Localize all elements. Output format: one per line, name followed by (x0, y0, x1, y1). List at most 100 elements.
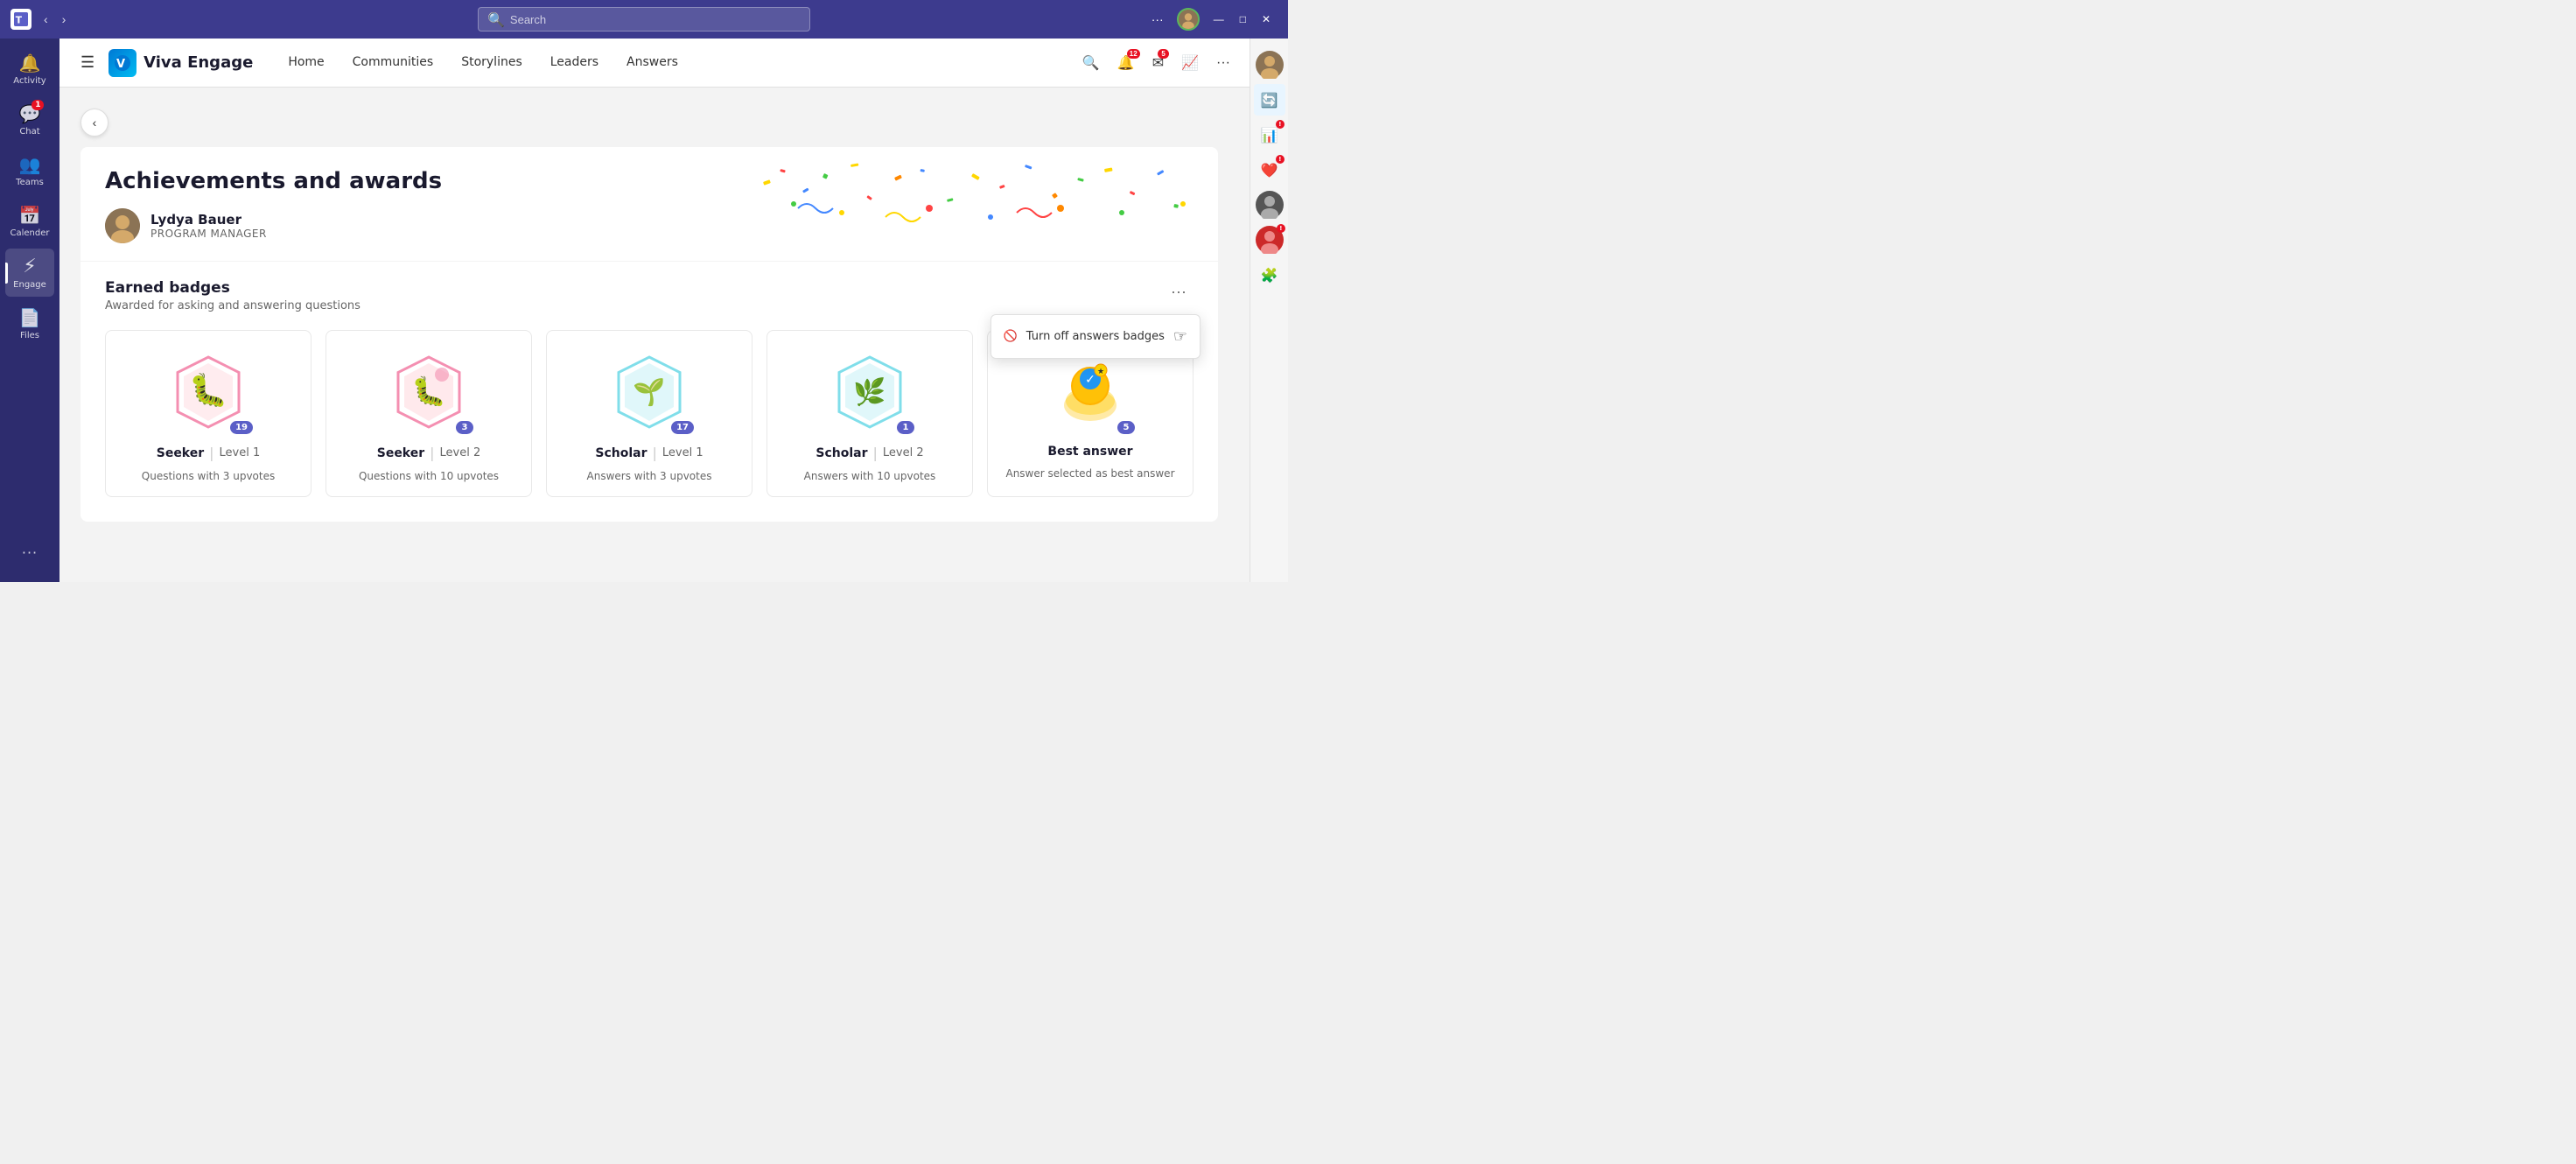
badge-card-scholar1: 🌱 17 Scholar | Level 1 Answers with 3 up (546, 330, 752, 497)
nav-answers[interactable]: Answers (612, 39, 692, 88)
nav-communities[interactable]: Communities (339, 39, 448, 88)
sidebar-item-calendar[interactable]: 📅 Calender (5, 198, 54, 245)
badge-count-seeker1: 19 (230, 421, 253, 434)
close-button[interactable]: ✕ (1255, 10, 1278, 29)
activity-icon: 🔔 (19, 53, 41, 74)
badge-name-row-scholar2: Scholar | Level 2 (816, 445, 923, 461)
badge-card-scholar2: 🌿 1 Scholar | Level 2 Answers with 10 up (766, 330, 973, 497)
analytics-button[interactable]: 📈 (1176, 49, 1204, 77)
content-area: ☰ V Viva Engage Home Communities Storyli… (60, 39, 1250, 582)
badge-name-scholar2: Scholar (816, 446, 867, 460)
nav-leaders[interactable]: Leaders (536, 39, 612, 88)
right-rail-item-1[interactable]: 🔄 (1254, 84, 1285, 116)
badge-name-bestanswer: Best answer (1047, 445, 1132, 459)
badge-icon-wrapper-seeker2: 🐛 3 (389, 348, 468, 436)
search-icon: 🔍 (487, 11, 505, 28)
badge-card-seeker2: 🐛 3 Seeker | Level 2 (326, 330, 532, 497)
more-options-title-button[interactable]: ··· (1145, 10, 1170, 29)
nav-forward-button[interactable]: › (57, 9, 72, 30)
sidebar-item-engage[interactable]: ⚡ Engage (5, 249, 54, 297)
right-rail-item-3[interactable]: ❤️ ! (1254, 154, 1285, 186)
notifications-button[interactable]: 🔔 12 (1112, 49, 1140, 77)
cursor-icon: ☞ (1173, 327, 1187, 346)
svg-text:🌱: 🌱 (633, 377, 665, 408)
app-body: 🔔 Activity 💬 1 Chat 👥 Teams 📅 Calender ⚡… (0, 39, 1288, 582)
sidebar-more-button[interactable]: ··· (5, 537, 54, 568)
badge-icon-wrapper-scholar2: 🌿 1 (830, 348, 909, 436)
badge-desc-bestanswer: Answer selected as best answer (1005, 467, 1174, 480)
maximize-button[interactable]: □ (1233, 10, 1253, 29)
title-bar-right: ··· — □ ✕ (1145, 8, 1278, 31)
dropdown-menu: 🚫 Turn off answers badges ☞ (990, 314, 1200, 359)
right-rail-item-2[interactable]: 📊 ! (1254, 119, 1285, 151)
calendar-icon: 📅 (19, 205, 41, 226)
nav-home[interactable]: Home (274, 39, 338, 88)
user-info: Lydya Bauer PROGRAM MANAGER (105, 208, 1194, 243)
badge-name-row-scholar1: Scholar | Level 1 (595, 445, 703, 461)
avatar (105, 208, 140, 243)
sidebar-item-activity[interactable]: 🔔 Activity (5, 46, 54, 93)
badge-icon-wrapper-scholar1: 🌱 17 (610, 348, 689, 436)
achievements-container: ‹ Achievements and awards (80, 109, 1218, 522)
badge-name-seeker2: Seeker (377, 446, 424, 460)
right-rail-avatar-2[interactable] (1254, 189, 1285, 221)
title-bar-left: T ‹ › (10, 9, 71, 30)
hamburger-button[interactable]: ☰ (74, 48, 102, 77)
badge-count-scholar2: 1 (897, 421, 914, 434)
sidebar-item-label-chat: Chat (19, 127, 39, 137)
chat-badge: 1 (32, 100, 44, 110)
sidebar-item-chat[interactable]: 💬 1 Chat (5, 96, 54, 144)
more-engage-button[interactable]: ··· (1211, 50, 1236, 76)
window-controls: — □ ✕ (1207, 10, 1278, 29)
right-rail: 🔄 📊 ! ❤️ ! (1250, 39, 1288, 582)
badge-name-seeker1: Seeker (157, 446, 204, 460)
more-icon: ··· (22, 544, 38, 561)
search-action-button[interactable]: 🔍 (1077, 49, 1105, 77)
badges-section: Earned badges Awarded for asking and ans… (80, 262, 1218, 522)
badge-icon-wrapper-bestanswer: ✓ ★ 5 (1051, 348, 1130, 436)
main-content: ‹ Achievements and awards (60, 88, 1250, 582)
search-input[interactable] (510, 13, 801, 26)
badge-name-row-bestanswer: Best answer (1047, 445, 1132, 459)
engage-header: ☰ V Viva Engage Home Communities Storyli… (60, 39, 1250, 88)
messages-button[interactable]: ✉ 5 (1147, 49, 1169, 77)
right-rail-avatar-user[interactable] (1254, 49, 1285, 81)
page-title: Achievements and awards (105, 168, 1194, 194)
minimize-button[interactable]: — (1207, 10, 1231, 29)
badge-name-scholar1: Scholar (595, 446, 647, 460)
badges-more-options-button[interactable]: ··· (1164, 279, 1194, 305)
svg-text:🌿: 🌿 (853, 376, 886, 408)
teams-logo-icon: T (10, 9, 32, 30)
nav-arrows: ‹ › (38, 9, 71, 30)
badge-desc-scholar2: Answers with 10 upvotes (804, 470, 936, 482)
dropdown-item-turn-off[interactable]: 🚫 Turn off answers badges ☞ (991, 319, 1200, 354)
badges-title-group: Earned badges Awarded for asking and ans… (105, 279, 360, 312)
sidebar-item-label-activity: Activity (13, 76, 46, 86)
user-avatar-title[interactable] (1177, 8, 1200, 31)
user-role: PROGRAM MANAGER (150, 228, 267, 240)
svg-text:★: ★ (1097, 368, 1104, 376)
user-name: Lydya Bauer (150, 212, 267, 228)
turn-off-icon: 🚫 (1004, 330, 1018, 343)
badges-section-header: Earned badges Awarded for asking and ans… (105, 279, 1194, 312)
back-button[interactable]: ‹ (80, 109, 108, 137)
right-rail-avatar-3[interactable]: ! (1254, 224, 1285, 256)
teams-sidebar: 🔔 Activity 💬 1 Chat 👥 Teams 📅 Calender ⚡… (0, 39, 60, 582)
sidebar-item-teams[interactable]: 👥 Teams (5, 147, 54, 194)
badges-title: Earned badges (105, 279, 360, 297)
nav-storylines[interactable]: Storylines (447, 39, 536, 88)
sidebar-item-files[interactable]: 📄 Files (5, 300, 54, 347)
svg-text:🐛: 🐛 (189, 372, 228, 409)
engage-logo-text: Viva Engage (144, 53, 253, 72)
badge-desc-seeker1: Questions with 3 upvotes (142, 470, 275, 482)
badge-level-scholar2: Level 2 (883, 446, 924, 459)
svg-text:V: V (116, 58, 125, 71)
title-search-bar[interactable]: 🔍 (478, 7, 810, 32)
user-details: Lydya Bauer PROGRAM MANAGER (150, 212, 267, 240)
svg-text:✓: ✓ (1085, 373, 1096, 387)
badge-desc-seeker2: Questions with 10 upvotes (359, 470, 499, 482)
right-sidebar-avatars: 🔄 📊 ! ❤️ ! (1254, 46, 1285, 291)
teams-icon: 👥 (19, 154, 41, 175)
right-rail-item-puzzle[interactable]: 🧩 (1254, 259, 1285, 291)
nav-back-button[interactable]: ‹ (38, 9, 53, 30)
